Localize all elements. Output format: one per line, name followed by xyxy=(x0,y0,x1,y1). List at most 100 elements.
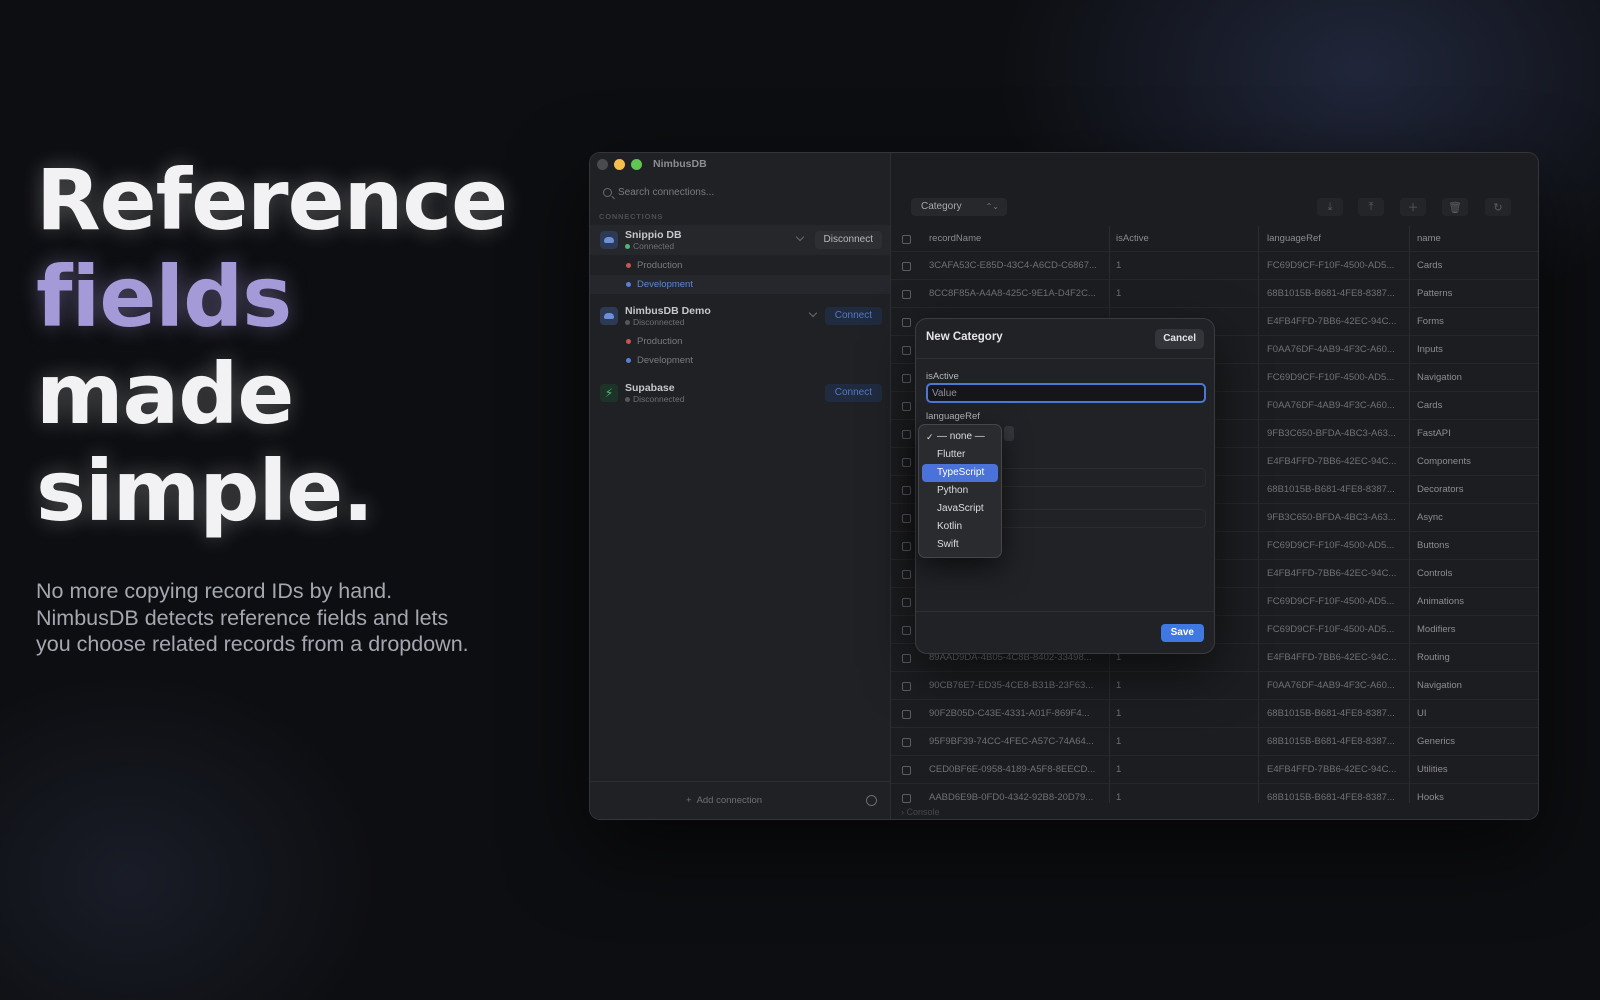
save-button[interactable]: Save xyxy=(1160,624,1204,642)
row-checkbox[interactable] xyxy=(902,290,911,299)
table-row[interactable]: CED0BF6E-0958-4189-A5F8-8EECD... 1 E4FB4FF… xyxy=(891,756,1538,784)
table-row[interactable]: 3CAFA53C-E85D-43C4-A6CD-C6867... 1 FC69D9C… xyxy=(891,252,1538,280)
row-checkbox[interactable] xyxy=(902,738,911,747)
connection-nimbusdb-demo[interactable]: NimbusDB Demo Disconnected Connect xyxy=(590,301,890,331)
section-label-connections: CONNECTIONS xyxy=(599,212,664,221)
dropdown-option-label: Swift xyxy=(937,539,959,550)
env-development[interactable]: Development xyxy=(590,275,890,294)
table-row[interactable]: 90F2B05D-C43E-4331-A01F-869F4... 1 68B1015… xyxy=(891,700,1538,728)
connection-name: Supabase xyxy=(625,382,675,394)
chevron-down-icon[interactable] xyxy=(808,308,818,318)
connection-supabase[interactable]: ⚡ Supabase Disconnected Connect xyxy=(590,378,890,408)
table-cell: 1 xyxy=(1116,288,1122,299)
column-header[interactable]: isActive xyxy=(1116,226,1256,251)
languageref-popup-button[interactable] xyxy=(1004,426,1014,441)
table-cell: E4FB4FFD-7BB6-42EC-94C... xyxy=(1267,764,1397,775)
table-cell: AABD6E9B-0FD0-4342-92B8-20D79... xyxy=(929,792,1094,803)
connect-button[interactable]: Connect xyxy=(824,384,882,402)
row-checkbox[interactable] xyxy=(902,570,911,579)
table-cell: UI xyxy=(1417,708,1427,719)
row-checkbox[interactable] xyxy=(902,766,911,775)
row-checkbox[interactable] xyxy=(902,262,911,271)
env-production[interactable]: Production xyxy=(626,332,890,351)
table-cell: F0AA76DF-4AB9-4F3C-A60... xyxy=(1267,400,1395,411)
dropdown-option[interactable]: ✓ — none — xyxy=(922,428,998,446)
connect-button[interactable]: Connect xyxy=(824,307,882,325)
row-checkbox[interactable] xyxy=(902,346,911,355)
connection-name: Snippio DB xyxy=(625,229,682,241)
search-connections[interactable]: Search connections... xyxy=(603,187,714,198)
add-record-icon[interactable]: ＋ xyxy=(1400,198,1426,216)
import-icon[interactable]: ⤓ xyxy=(1317,198,1343,216)
column-header[interactable]: name xyxy=(1417,226,1532,251)
languageref-dropdown-menu: ✓ — none — Flutter TypeScript Python JavaScri… xyxy=(918,424,1002,558)
dropdown-option[interactable]: TypeScript xyxy=(922,464,998,482)
console-toggle[interactable]: › Console xyxy=(901,807,940,817)
connection-snippio-db[interactable]: Snippio DB Connected Disconnect xyxy=(590,225,890,255)
table-cell: Hooks xyxy=(1417,792,1444,803)
chevron-down-icon[interactable] xyxy=(795,232,805,242)
trash-icon[interactable]: 🗑 xyxy=(1442,198,1468,216)
row-checkbox[interactable] xyxy=(902,682,911,691)
refresh-icon[interactable]: ↻ xyxy=(1485,198,1511,216)
env-dot-icon xyxy=(626,282,631,287)
connection-name: NimbusDB Demo xyxy=(625,305,711,317)
table-selector-value: Category xyxy=(921,201,962,212)
hero-subtext: No more copying record IDs by hand. Nimb… xyxy=(36,579,469,656)
dropdown-option[interactable]: Flutter xyxy=(922,446,998,464)
row-checkbox[interactable] xyxy=(902,710,911,719)
env-development[interactable]: Development xyxy=(626,351,890,370)
dropdown-option-label: JavaScript xyxy=(937,503,984,514)
row-checkbox[interactable] xyxy=(902,458,911,467)
connection-status: Connected xyxy=(625,241,674,251)
row-checkbox[interactable] xyxy=(902,402,911,411)
row-checkbox[interactable] xyxy=(902,794,911,803)
column-header[interactable]: languageRef xyxy=(1267,226,1407,251)
table-cell: 1 xyxy=(1116,260,1122,271)
table-cell: E4FB4FFD-7BB6-42EC-94C... xyxy=(1267,456,1397,467)
close-window-button[interactable] xyxy=(597,159,608,170)
table-cell: F0AA76DF-4AB9-4F3C-A60... xyxy=(1267,680,1395,691)
table-cell: Generics xyxy=(1417,736,1456,747)
cancel-button[interactable]: Cancel xyxy=(1155,329,1204,349)
table-cell: CED0BF6E-0958-4189-A5F8-8EECD... xyxy=(929,764,1096,775)
table-cell: 68B1015B-B681-4FE8-8387... xyxy=(1267,484,1395,495)
row-checkbox[interactable] xyxy=(902,318,911,327)
env-label: Production xyxy=(637,260,683,271)
dialog-header: New Category Cancel xyxy=(916,319,1214,359)
table-selector[interactable]: Category ⌃⌄ xyxy=(911,198,1007,216)
select-all-checkbox[interactable] xyxy=(902,235,911,244)
table-row[interactable]: 90CB76E7-ED35-4CE8-B31B-23F63... 1 F0AA76D… xyxy=(891,672,1538,700)
gear-icon[interactable] xyxy=(866,795,877,806)
dropdown-option[interactable]: Kotlin xyxy=(922,518,998,536)
search-placeholder: Search connections... xyxy=(618,187,715,198)
row-checkbox[interactable] xyxy=(902,542,911,551)
maximize-window-button[interactable] xyxy=(631,159,642,170)
window-title: NimbusDB xyxy=(653,158,707,170)
minimize-window-button[interactable] xyxy=(614,159,625,170)
row-checkbox[interactable] xyxy=(902,654,911,663)
row-checkbox[interactable] xyxy=(902,598,911,607)
table-row[interactable]: AABD6E9B-0FD0-4342-92B8-20D79... 1 68B1015… xyxy=(891,784,1538,803)
isactive-input[interactable] xyxy=(926,383,1206,403)
table-cell: Cards xyxy=(1417,400,1443,411)
table-cell: Patterns xyxy=(1417,288,1453,299)
env-production[interactable]: Production xyxy=(626,256,890,275)
add-connection-button[interactable]: + Add connection xyxy=(686,795,762,806)
dropdown-option[interactable]: Python xyxy=(922,482,998,500)
table-cell: E4FB4FFD-7BB6-42EC-94C... xyxy=(1267,568,1397,579)
export-icon[interactable]: ⤒ xyxy=(1358,198,1384,216)
disconnect-button[interactable]: Disconnect xyxy=(814,231,882,249)
column-header[interactable]: recordName xyxy=(929,226,1099,251)
row-checkbox[interactable] xyxy=(902,626,911,635)
dropdown-option[interactable]: Swift xyxy=(922,536,998,554)
table-row[interactable]: 8CC8F85A-A4A8-425C-9E1A-D4F2C... 1 68B1015… xyxy=(891,280,1538,308)
row-checkbox[interactable] xyxy=(902,430,911,439)
row-checkbox[interactable] xyxy=(902,486,911,495)
row-checkbox[interactable] xyxy=(902,514,911,523)
table-cell: Controls xyxy=(1417,568,1453,579)
dropdown-option[interactable]: JavaScript xyxy=(922,500,998,518)
table-cell: FC69D9CF-F10F-4500-AD5... xyxy=(1267,540,1395,551)
row-checkbox[interactable] xyxy=(902,374,911,383)
table-row[interactable]: 95F9BF39-74CC-4FEC-A57C-74A64... 1 68B1015… xyxy=(891,728,1538,756)
